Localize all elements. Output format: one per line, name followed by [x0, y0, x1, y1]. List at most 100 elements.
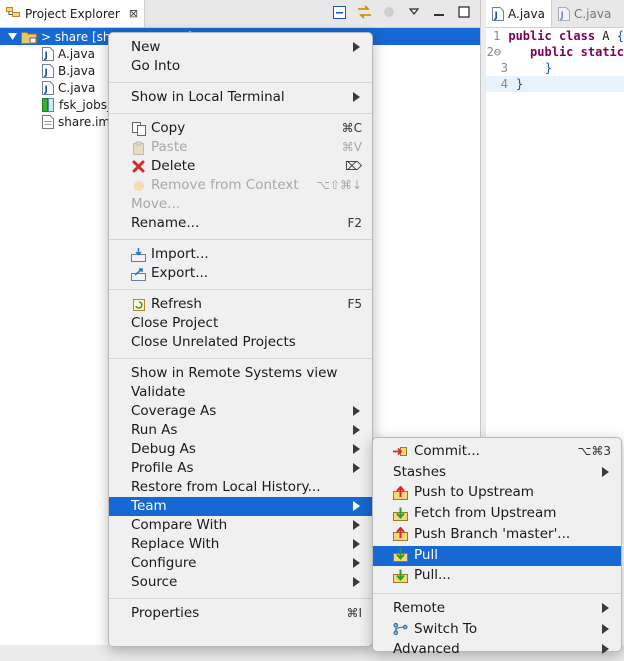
menu-item-copy[interactable]: Copy ⌘C [109, 119, 372, 138]
close-icon[interactable]: ⊠ [129, 7, 138, 20]
menu-item-label: Profile As [131, 460, 194, 476]
shortcut-label: ⌘I [346, 606, 362, 620]
menu-item-label: Paste [151, 139, 188, 155]
menu-item-validate[interactable]: Validate [109, 383, 372, 402]
editor-tab[interactable]: J A.java [486, 0, 552, 27]
menu-separator [109, 82, 372, 83]
link-with-editor-icon[interactable] [356, 4, 372, 20]
menu-item-label: Move... [131, 196, 181, 212]
menu-item-team[interactable]: Team [109, 497, 372, 516]
fetch-icon [393, 506, 408, 521]
menu-item-fetch-from-upstream[interactable]: Fetch from Upstream [373, 504, 621, 525]
menu-item-pull[interactable]: Pull [373, 545, 621, 567]
view-menu-icon[interactable] [406, 4, 422, 20]
menu-item-go-into[interactable]: Go Into [109, 57, 372, 76]
menu-item-restore-from-local-history[interactable]: Restore from Local History... [109, 478, 372, 497]
menu-item-label: Show in Local Terminal [131, 89, 285, 105]
menu-item-close-project[interactable]: Close Project [109, 314, 372, 333]
shortcut-label: ⌥⇧⌘↓ [316, 178, 362, 192]
menu-item-properties[interactable]: Properties ⌘I [109, 604, 372, 623]
menu-item-export[interactable]: Export... [109, 264, 372, 283]
submenu-arrow-icon [353, 463, 360, 473]
menu-item-advanced[interactable]: Advanced [373, 640, 621, 661]
menu-item-label: Go Into [131, 58, 181, 74]
code-editor[interactable]: 1 public class A {2 ⊖ public static 3 } 4} [486, 28, 624, 92]
submenu-arrow-icon [602, 623, 609, 634]
menu-item-push-to-upstream[interactable]: Push to Upstream [373, 483, 621, 504]
collapse-all-icon[interactable] [331, 4, 347, 20]
line-number: 4 [500, 77, 508, 91]
library-icon [42, 97, 55, 112]
menu-item-show-in-local-terminal[interactable]: Show in Local Terminal [109, 88, 372, 107]
tab-project-explorer[interactable]: Project Explorer ⊠ [0, 0, 146, 27]
menu-item-replace-with[interactable]: Replace With [109, 535, 372, 554]
menu-item-label: Debug As [131, 441, 196, 457]
fold-marker-icon[interactable]: ⊖ [494, 45, 501, 59]
code-line: 3 } [486, 60, 624, 76]
menu-item-pull[interactable]: Pull... [373, 566, 621, 587]
menu-item-debug-as[interactable]: Debug As [109, 440, 372, 459]
menu-item-show-in-remote-systems-view[interactable]: Show in Remote Systems view [109, 364, 372, 383]
shortcut-label: F5 [347, 297, 362, 311]
import-icon [131, 247, 146, 262]
menu-item-import[interactable]: Import... [109, 245, 372, 264]
menu-item-refresh[interactable]: Refresh F5 [109, 295, 372, 314]
submenu-arrow-icon [353, 406, 360, 416]
tree-item-label: C.java [58, 80, 96, 95]
commit-icon [393, 444, 408, 459]
filter-icon[interactable] [381, 4, 397, 20]
line-number: 1 [493, 29, 501, 43]
menu-separator [109, 239, 372, 240]
java-file-icon: J [42, 46, 54, 61]
menu-item-stashes[interactable]: Stashes [373, 463, 621, 484]
push-icon [393, 485, 408, 500]
export-icon [131, 266, 146, 281]
menu-item-label: Coverage As [131, 403, 217, 419]
module-file-icon [42, 114, 54, 129]
menu-item-source[interactable]: Source [109, 573, 372, 592]
submenu-arrow-icon [353, 92, 360, 102]
menu-separator [373, 592, 621, 594]
push-branch-icon [393, 527, 408, 542]
menu-item-delete[interactable]: Delete ⌦ [109, 157, 372, 176]
shortcut-label: ⌘C [341, 121, 362, 135]
svg-text:J: J [44, 51, 48, 61]
editor-tab-label: C.java [573, 6, 612, 21]
menu-item-move: Move... [109, 195, 372, 214]
menu-item-new[interactable]: New [109, 38, 372, 57]
menu-item-switch-to[interactable]: Switch To [373, 620, 621, 641]
menu-item-close-unrelated-projects[interactable]: Close Unrelated Projects [109, 333, 372, 352]
menu-separator [109, 598, 372, 599]
menu-item-compare-with[interactable]: Compare With [109, 516, 372, 535]
menu-item-label: Fetch from Upstream [414, 505, 557, 522]
submenu-arrow-icon [602, 602, 609, 613]
shortcut-label: F2 [347, 216, 362, 230]
menu-item-label: Show in Remote Systems view [131, 365, 338, 381]
menu-item-profile-as[interactable]: Profile As [109, 459, 372, 478]
menu-separator [109, 113, 372, 114]
menu-item-configure[interactable]: Configure [109, 554, 372, 573]
expand-triangle-icon[interactable] [8, 30, 17, 44]
menu-item-coverage-as[interactable]: Coverage As [109, 402, 372, 421]
menu-item-label: Run As [131, 422, 178, 438]
menu-item-label: Push to Upstream [414, 484, 534, 501]
copy-icon [131, 121, 146, 136]
menu-item-push-branch-master[interactable]: Push Branch 'master'... [373, 525, 621, 546]
menu-item-commit[interactable]: Commit... ⌥⌘3 [373, 442, 621, 463]
submenu-arrow-icon [353, 577, 360, 587]
minimize-icon[interactable] [431, 4, 447, 20]
maximize-icon[interactable] [456, 4, 472, 20]
explorer-tab-label: Project Explorer [25, 6, 120, 21]
svg-text:J: J [44, 68, 48, 78]
menu-item-remote[interactable]: Remote [373, 599, 621, 620]
switch-branch-icon [393, 622, 408, 637]
code-text: public static [530, 45, 624, 59]
editor-tab[interactable]: J C.java [552, 0, 617, 27]
submenu-arrow-icon [353, 444, 360, 454]
team-submenu: Commit... ⌥⌘3 Stashes Push to Upstream Fetch… [372, 437, 622, 657]
menu-item-rename[interactable]: Rename... F2 [109, 214, 372, 233]
menu-separator [109, 358, 372, 359]
menu-item-run-as[interactable]: Run As [109, 421, 372, 440]
pull-icon [393, 548, 408, 563]
menu-item-label: Copy [151, 120, 186, 136]
